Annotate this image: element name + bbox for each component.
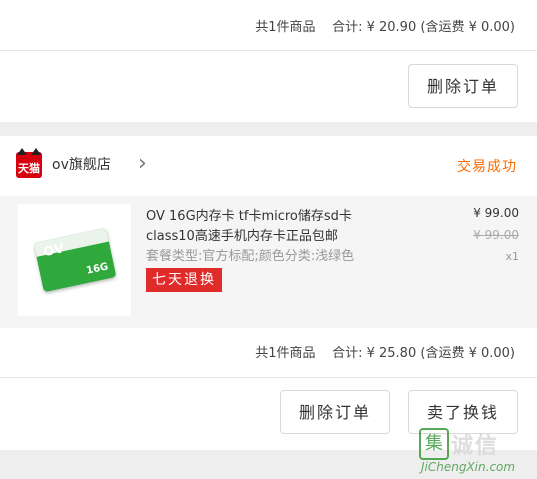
product-price: ¥ 99.00 <box>473 206 519 220</box>
item-count: 共1件商品 <box>255 20 316 35</box>
order2-summary: 共1件商品 合计: ¥ 25.80 (含运费 ¥ 0.00) <box>0 344 537 364</box>
watermark-text: 诚信 <box>451 434 500 459</box>
order-status: 交易成功 <box>457 159 517 175</box>
delete-order-button[interactable]: 删除订单 <box>408 64 518 108</box>
product-quantity: x1 <box>505 250 519 263</box>
divider <box>0 50 537 51</box>
product-image[interactable]: OV 16G <box>18 204 131 316</box>
watermark-logo-icon: 集 <box>419 428 449 460</box>
total-label: 合计: <box>332 346 363 361</box>
watermark-url: JiChengXin.com <box>421 460 516 474</box>
delete-order-button[interactable]: 删除订单 <box>280 390 390 434</box>
product-original-price: ¥ 99.00 <box>473 228 519 242</box>
product-title-line2[interactable]: class10高速手机内存卡正品包邮 <box>146 225 406 244</box>
order1-summary: 共1件商品 合计: ¥ 20.90 (含运费 ¥ 0.00) <box>0 18 537 38</box>
sd-card-icon: OV 16G <box>33 227 116 293</box>
product-image-capacity: 16G <box>84 261 109 277</box>
product-sku: 套餐类型:官方标配;颜色分类:浅绿色 <box>146 249 355 264</box>
total-amount: ¥ 25.80 <box>366 346 417 361</box>
tmall-icon-label: 天猫 <box>18 162 40 175</box>
total-label: 合计: <box>332 20 363 35</box>
tmall-icon: 天猫 <box>16 148 42 178</box>
seven-day-return-badge: 七天退换 <box>146 268 222 292</box>
product-title-line1[interactable]: OV 16G内存卡 tf卡micro储存sd卡 <box>146 205 406 224</box>
shipping-fee: (含运费 ¥ 0.00) <box>420 20 515 35</box>
watermark: 集 诚信 JiChengXin.com <box>419 428 531 476</box>
store-name[interactable]: ov旗舰店 <box>52 154 111 174</box>
product-image-brand: OV <box>41 241 66 261</box>
divider <box>0 377 537 378</box>
order-separator <box>0 122 537 136</box>
shipping-fee: (含运费 ¥ 0.00) <box>420 346 515 361</box>
chevron-right-icon[interactable]: › <box>138 150 147 178</box>
total-amount: ¥ 20.90 <box>366 20 417 35</box>
item-count: 共1件商品 <box>255 346 316 361</box>
